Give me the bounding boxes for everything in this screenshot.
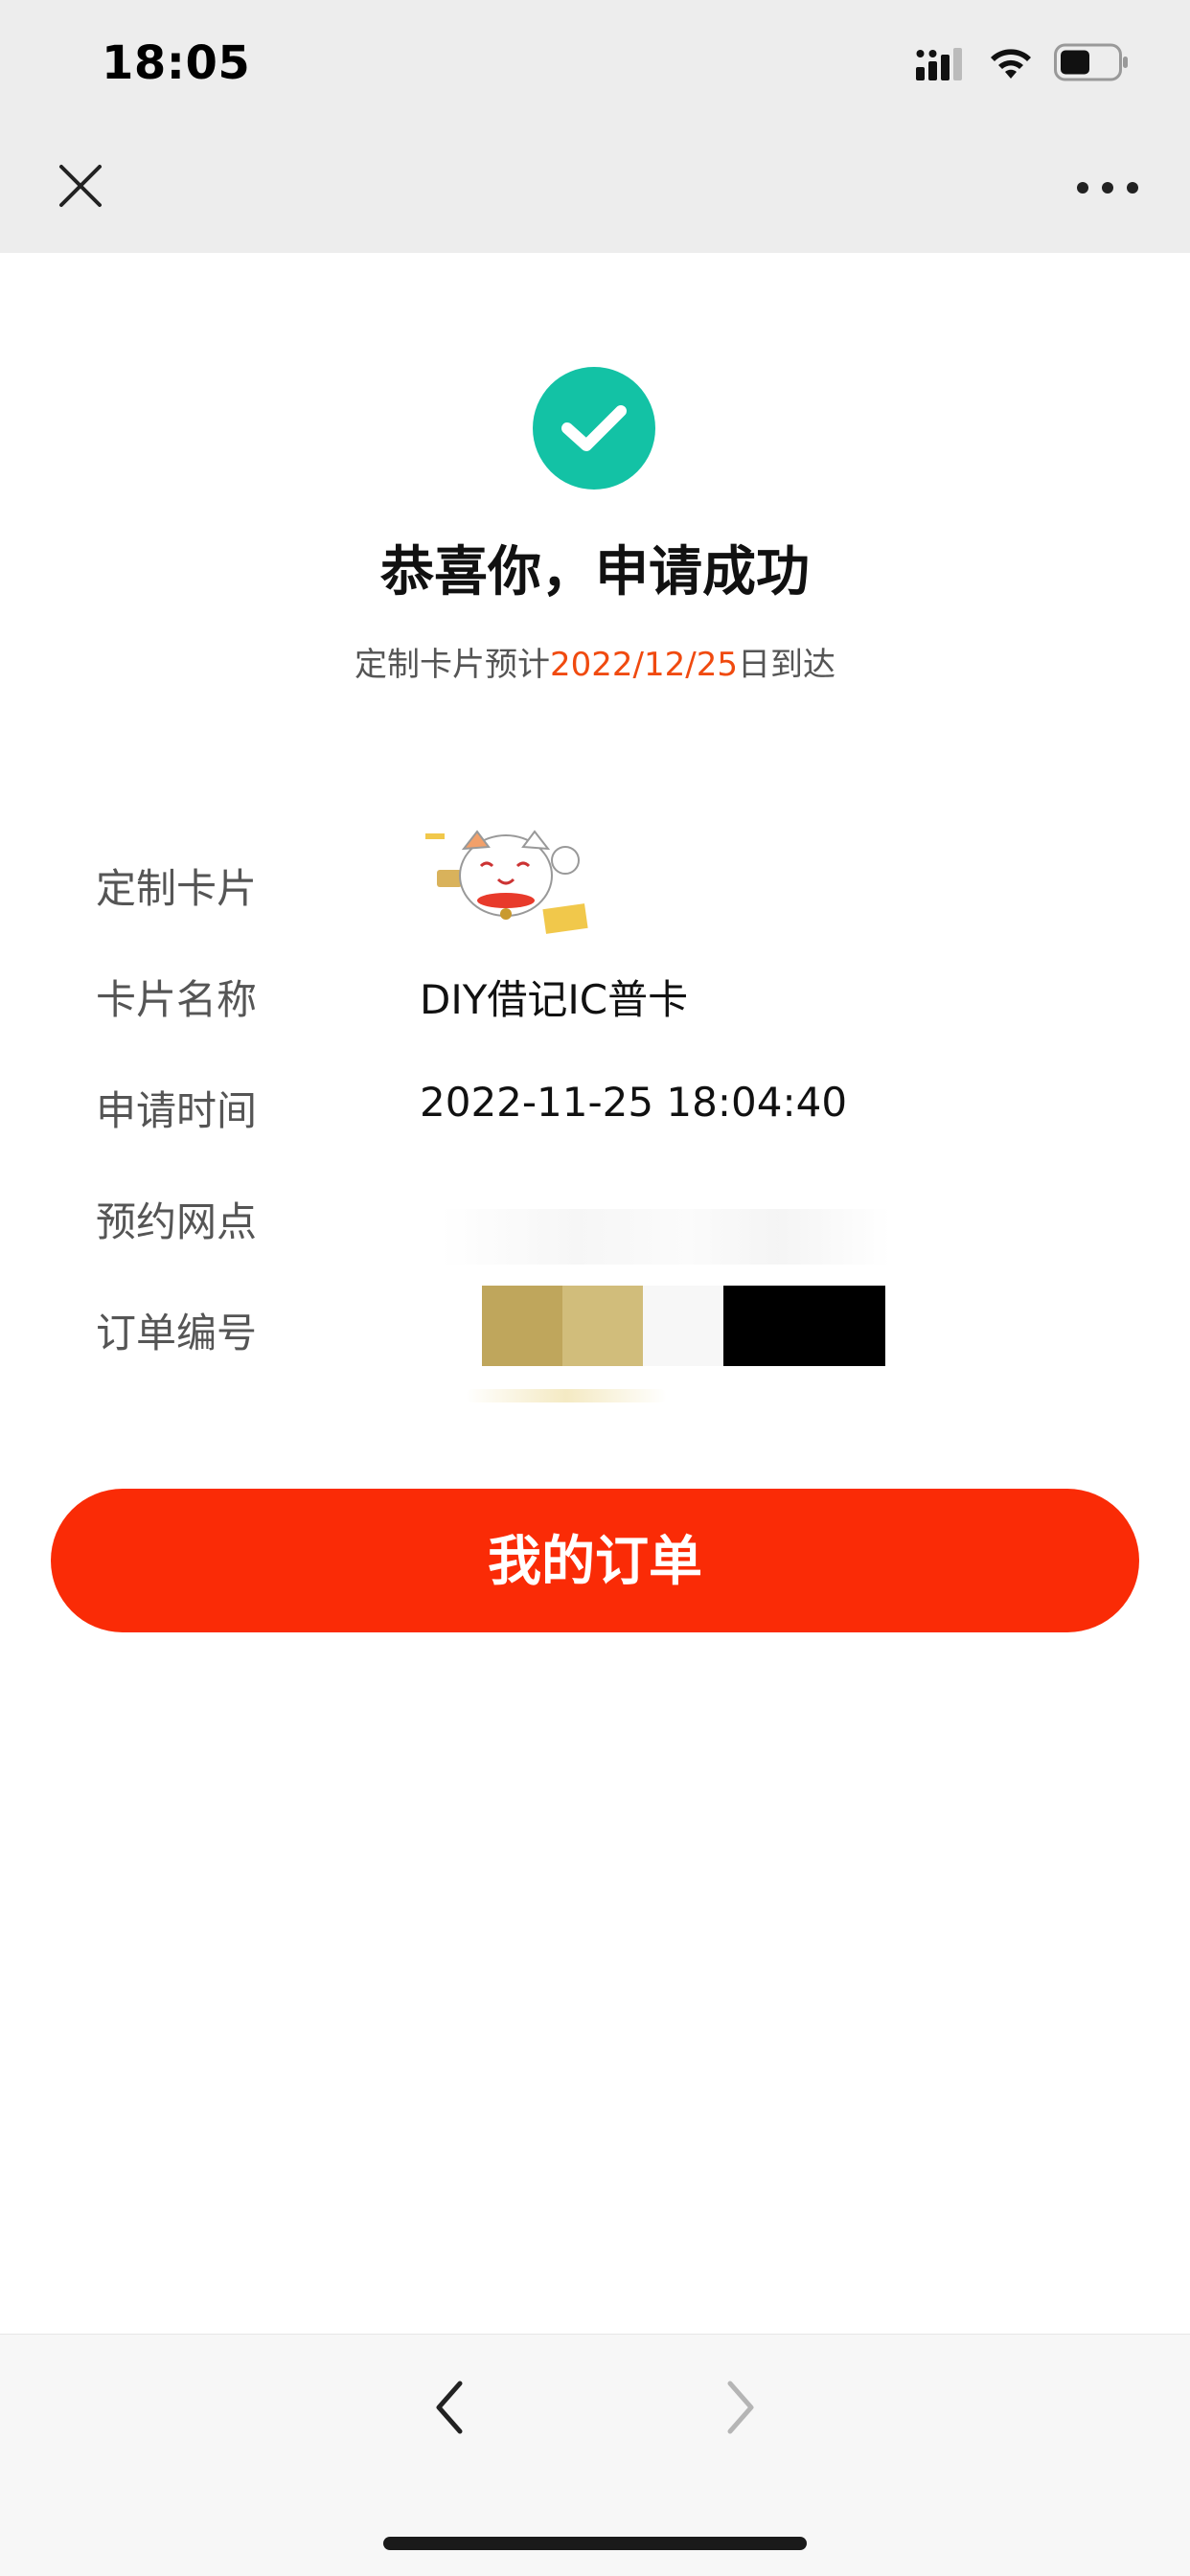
redacted-order-block bbox=[723, 1286, 885, 1366]
value-card-name: DIY借记IC普卡 bbox=[420, 976, 689, 1023]
arrival-suffix: 日到达 bbox=[737, 646, 835, 684]
close-button[interactable] bbox=[54, 159, 107, 213]
arrival-note: 定制卡片预计2022/12/25日到达 bbox=[0, 638, 1190, 685]
wifi-icon bbox=[991, 49, 1031, 79]
card-thumbnail-image bbox=[425, 830, 588, 934]
redacted-branch bbox=[441, 1209, 891, 1265]
signal-icon bbox=[916, 48, 962, 80]
label-branch: 预约网点 bbox=[96, 1198, 258, 1245]
label-apply-time: 申请时间 bbox=[96, 1087, 258, 1134]
value-apply-time: 2022-11-25 18:04:40 bbox=[420, 1079, 848, 1126]
label-card-name: 卡片名称 bbox=[96, 976, 258, 1023]
battery-icon bbox=[1054, 43, 1128, 81]
redacted-order-block bbox=[482, 1286, 562, 1366]
home-indicator bbox=[383, 2537, 807, 2550]
arrival-date: 2022/12/25 bbox=[550, 646, 738, 684]
redacted-order-block bbox=[643, 1286, 723, 1366]
more-button[interactable] bbox=[1075, 178, 1140, 197]
success-check-icon bbox=[533, 367, 655, 490]
arrival-prefix: 定制卡片预计 bbox=[355, 646, 551, 684]
forward-button[interactable] bbox=[717, 2374, 765, 2441]
success-title: 恭喜你，申请成功 bbox=[380, 541, 810, 604]
label-order-number: 订单编号 bbox=[96, 1310, 258, 1356]
my-orders-button[interactable]: 我的订单 bbox=[51, 1489, 1139, 1632]
redacted-order-glow bbox=[466, 1389, 667, 1402]
label-custom-card: 定制卡片 bbox=[96, 865, 258, 912]
back-button[interactable] bbox=[425, 2374, 473, 2441]
redacted-order-block bbox=[562, 1286, 643, 1366]
status-time: 18:05 bbox=[102, 36, 251, 90]
